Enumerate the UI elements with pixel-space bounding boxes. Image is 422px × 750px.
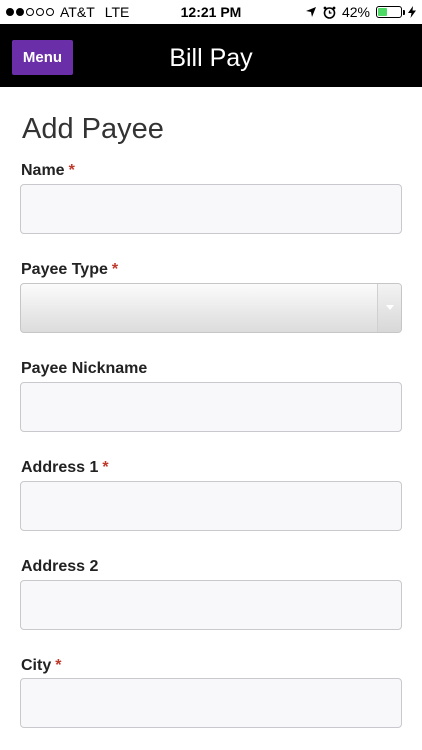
header-title: Bill Pay (169, 44, 253, 72)
address-1-input[interactable] (20, 481, 402, 531)
payee-nickname-label-text: Payee Nickname (21, 360, 148, 377)
dropdown-arrow-icon[interactable] (377, 284, 401, 332)
city-label-text: City (21, 657, 52, 674)
payee-nickname-input[interactable] (20, 382, 402, 432)
payee-type-label: Payee Type * (21, 261, 118, 279)
address-2-label-text: Address 2 (21, 558, 99, 575)
address-1-label: Address 1 * (21, 459, 109, 477)
payee-type-select[interactable] (20, 283, 402, 333)
charging-bolt-icon (408, 6, 416, 18)
required-marker: * (102, 459, 109, 476)
page-title: Add Payee (22, 113, 164, 145)
required-marker: * (111, 261, 119, 278)
name-label: Name * (21, 162, 75, 180)
city-label: City * (21, 657, 61, 675)
app-header: Menu Bill Pay (0, 24, 422, 87)
required-marker: * (55, 657, 62, 674)
address-1-label-text: Address 1 (21, 459, 99, 476)
location-arrow-icon (305, 7, 316, 17)
city-input[interactable] (20, 678, 402, 728)
payee-type-label-text: Payee Type (21, 261, 108, 278)
status-bar-right: 42% (305, 4, 416, 20)
battery-percent: 42% (341, 4, 370, 20)
battery-icon (376, 6, 405, 18)
alarm-clock-icon (323, 6, 336, 19)
payee-nickname-label: Payee Nickname (21, 360, 147, 378)
name-input[interactable] (20, 184, 402, 234)
status-bar: AT&T LTE 12:21 PM 42% (0, 0, 422, 24)
address-2-label: Address 2 (21, 558, 98, 576)
battery-level-fill (378, 8, 388, 16)
name-label-text: Name (21, 162, 65, 179)
required-marker: * (68, 162, 75, 179)
address-2-input[interactable] (20, 580, 402, 630)
